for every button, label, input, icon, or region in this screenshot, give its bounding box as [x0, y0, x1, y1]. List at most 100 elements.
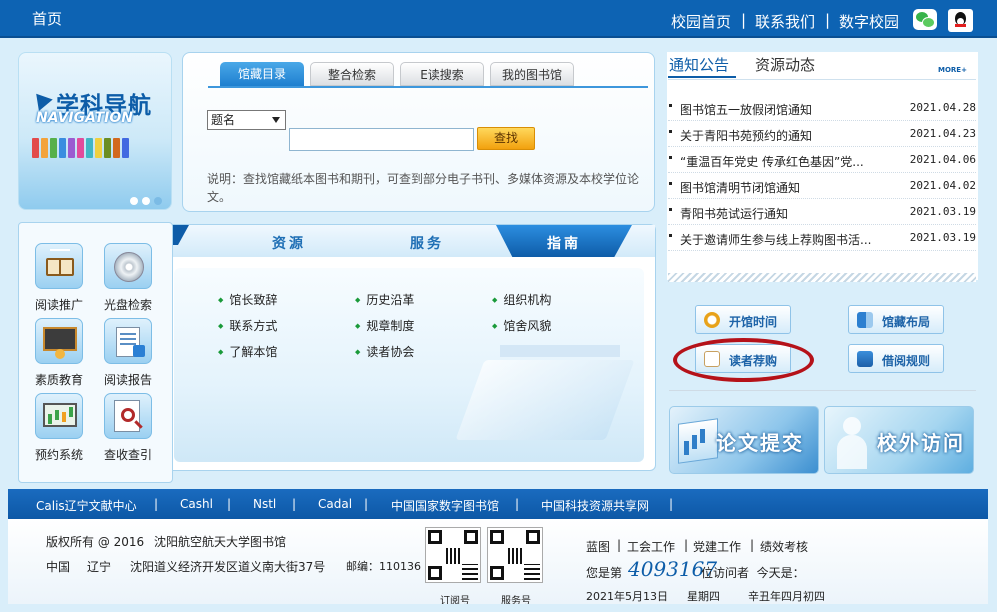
notice-item[interactable]: 图书馆清明节闭馆通知 2021.04.02	[668, 173, 976, 199]
quick-link-label[interactable]: 素质教育	[24, 371, 94, 388]
thesis-submission-tile[interactable]: 论文提交	[669, 406, 819, 474]
footer-link-union[interactable]: 工会工作	[627, 538, 675, 555]
tab-e-read-search[interactable]: E读搜索	[400, 62, 484, 86]
qq-icon[interactable]	[948, 9, 973, 32]
wechat-icon[interactable]	[913, 9, 937, 30]
footer-link-blueprint[interactable]: 蓝图	[586, 538, 610, 555]
more-link[interactable]: MORE+	[938, 66, 967, 74]
tab-integrated-search[interactable]: 整合检索	[310, 62, 394, 86]
notice-item[interactable]: 图书馆五一放假闭馆通知 2021.04.28	[668, 95, 976, 121]
magnifier-doc-icon[interactable]	[104, 393, 152, 439]
collection-layout-button[interactable]: 馆藏布局	[848, 305, 944, 334]
guide-link-reader-association[interactable]: 读者协会	[355, 343, 414, 360]
active-tab-underline	[668, 76, 736, 78]
address-street: 沈阳道义经济开发区道义南大街37号	[130, 560, 326, 574]
tab-guide[interactable]: 指南	[547, 233, 581, 253]
layout-icon	[857, 312, 873, 328]
quick-link-label[interactable]: 阅读推广	[24, 296, 94, 313]
notice-item[interactable]: 青阳书苑试运行通知 2021.03.19	[668, 199, 976, 225]
off-campus-access-tile[interactable]: 校外访问	[824, 406, 974, 474]
current-weekday: 星期四	[687, 590, 720, 603]
search-button[interactable]: 查找	[477, 127, 535, 150]
link-separator: |	[292, 497, 297, 511]
campus-home-link[interactable]: 校园首页	[671, 11, 731, 32]
qr-code	[487, 527, 543, 583]
tab-my-library[interactable]: 我的图书馆	[490, 62, 574, 86]
tab-resources[interactable]: 资源	[272, 233, 306, 253]
guide-link-rules[interactable]: 规章制度	[355, 317, 414, 334]
home-link[interactable]: 首页	[32, 8, 62, 29]
decorative-stripe	[668, 273, 976, 282]
report-icon[interactable]	[104, 318, 152, 364]
footer-link-party-building[interactable]: 党建工作	[693, 538, 741, 555]
divider	[668, 79, 976, 80]
tab-catalog[interactable]: 馆藏目录	[220, 62, 304, 86]
tab-resource-news[interactable]: 资源动态	[755, 54, 815, 75]
qr-code	[425, 527, 481, 583]
footer-link-calis[interactable]: Calis辽宁文献中心	[36, 497, 137, 514]
quick-link-label[interactable]: 预约系统	[24, 446, 94, 463]
current-date: 2021年5月13日	[586, 590, 668, 603]
quick-link-label[interactable]: 阅读报告	[93, 371, 163, 388]
borrowing-rules-button[interactable]: 借阅规则	[848, 344, 944, 373]
quick-link-label[interactable]: 查收查引	[93, 446, 163, 463]
blackboard-icon[interactable]	[35, 318, 83, 364]
carousel-dot[interactable]	[154, 197, 162, 205]
notice-item[interactable]: 关于青阳书苑预约的通知 2021.04.23	[668, 121, 976, 147]
rules-icon	[857, 351, 873, 367]
visitor-prefix: 您是第	[586, 566, 623, 580]
cd-icon[interactable]	[104, 243, 152, 289]
chevron-down-icon	[272, 117, 280, 123]
notice-item[interactable]: 关于邀请师生参与线上荐购图书活... 2021.03.19	[668, 225, 976, 251]
open-book-icon[interactable]	[35, 243, 83, 289]
address-country: 中国	[46, 560, 71, 574]
clock-icon	[704, 312, 720, 328]
guide-link-organization[interactable]: 组织机构	[492, 291, 551, 308]
search-description: 说明：查找馆藏纸本图书和期刊，可查到部分电子书刊、多媒体资源及本校学位论文。	[207, 172, 640, 204]
tab-underline	[208, 86, 648, 88]
carousel-dot[interactable]	[130, 197, 138, 205]
monitor-chart-icon[interactable]	[35, 393, 83, 439]
search-input[interactable]	[289, 128, 474, 151]
link-separator: |	[515, 497, 520, 511]
link-separator: |	[154, 497, 159, 511]
link-separator: |	[364, 497, 369, 511]
guide-link-building-view[interactable]: 馆舍风貌	[492, 317, 551, 334]
link-separator: |	[669, 497, 674, 511]
guide-link-about-library[interactable]: 了解本馆	[218, 343, 277, 360]
contact-us-link[interactable]: 联系我们	[755, 11, 815, 32]
address-province: 辽宁	[87, 560, 112, 574]
postcode: 邮编：110136	[346, 560, 421, 573]
tab-notices[interactable]: 通知公告	[669, 54, 729, 75]
digital-campus-link[interactable]: 数字校园	[839, 11, 899, 32]
decoration	[500, 345, 620, 357]
link-separator: |	[227, 497, 232, 511]
guide-link-contact[interactable]: 联系方式	[218, 317, 277, 334]
decoration	[455, 360, 635, 440]
footer-link-sci-tech-resources[interactable]: 中国科技资源共享网	[541, 497, 649, 514]
top-separator: |	[825, 11, 831, 29]
tab-services[interactable]: 服务	[410, 233, 444, 253]
bottom-strip	[0, 604, 997, 612]
notice-item[interactable]: “重温百年党史 传承红色基因”党... 2021.04.06	[668, 147, 976, 173]
link-separator: |	[750, 538, 755, 552]
subject-navigation-banner[interactable]	[18, 52, 172, 210]
quick-link-label[interactable]: 光盘检索	[93, 296, 163, 313]
copyright-text: 版权所有 @ 2016	[46, 535, 145, 549]
organization-name: 沈阳航空航天大学图书馆	[154, 535, 287, 549]
footer-link-nstl[interactable]: Nstl	[253, 497, 276, 511]
footer-link-cadal[interactable]: Cadal	[318, 497, 352, 511]
lunar-date: 辛丑年四月初四	[748, 590, 825, 603]
carousel-dot[interactable]	[142, 197, 150, 205]
divider	[669, 390, 976, 391]
link-separator: |	[617, 538, 622, 552]
banner-subtitle: NAVIGATION	[36, 110, 134, 126]
footer-link-national-digital-library[interactable]: 中国国家数字图书馆	[391, 497, 499, 514]
opening-hours-button[interactable]: 开馆时间	[695, 305, 791, 334]
visitor-suffix: 位访问者 今天是：	[701, 566, 805, 580]
footer-link-performance[interactable]: 绩效考核	[760, 538, 808, 555]
top-separator: |	[741, 11, 747, 29]
guide-link-director-address[interactable]: 馆长致辞	[218, 291, 277, 308]
guide-link-history[interactable]: 历史沿革	[355, 291, 414, 308]
footer-link-cashl[interactable]: Cashl	[180, 497, 213, 511]
